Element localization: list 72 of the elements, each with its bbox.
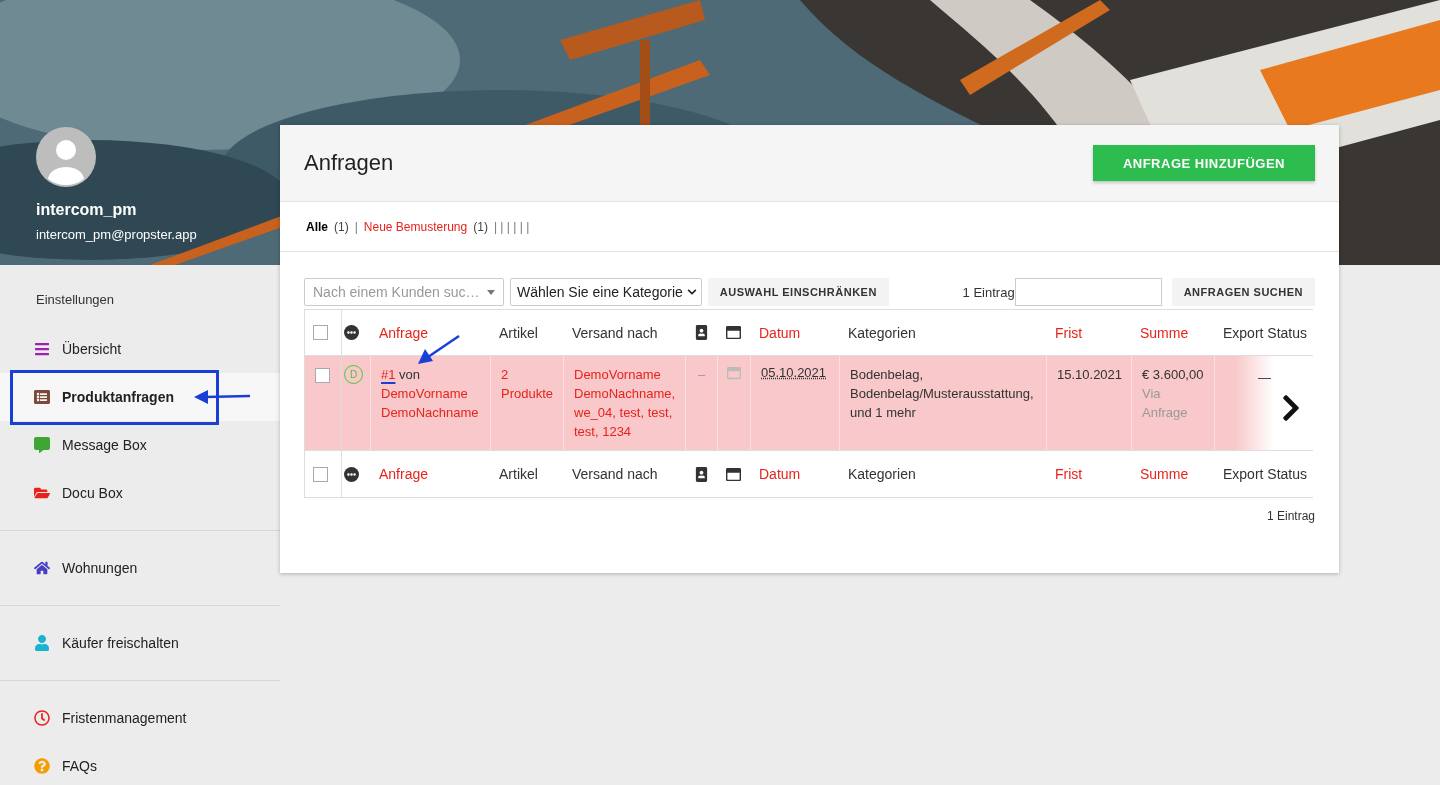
sidebar-item[interactable]: Wohnungen (0, 544, 280, 592)
column-header: Export Status (1223, 466, 1308, 482)
clock-icon (34, 710, 50, 726)
column-header: Versand nach (572, 324, 658, 341)
deadline-text: 15.10.2021 (1057, 366, 1123, 384)
column-header[interactable]: Anfrage (379, 466, 429, 482)
checkbox[interactable] (313, 325, 328, 340)
date-text: 05.10.2021 (761, 365, 827, 380)
contact-card-icon (694, 466, 709, 482)
list-icon (34, 389, 50, 405)
column-header[interactable]: Summe (1140, 324, 1189, 341)
column-header[interactable]: Datum (759, 466, 801, 482)
checkbox[interactable] (315, 368, 330, 383)
sum-text: € 3.600,00 (1142, 366, 1204, 384)
folder-icon (34, 485, 50, 501)
sidebar-item[interactable]: Übersicht (0, 325, 280, 373)
home-icon (34, 560, 50, 576)
section-label: Einstellungen (35, 292, 116, 309)
separator: | (354, 219, 358, 234)
chat-icon (34, 437, 50, 453)
search-button[interactable]: ANFRAGEN SUCHEN (1171, 278, 1315, 306)
user-email: intercom_pm@propster.app (36, 227, 197, 242)
categories-text: Bodenbelag, Bodenbelag/Musterausstattung, und 1 mehr (850, 366, 1035, 422)
sidebar-item[interactable]: Message Box (0, 421, 280, 469)
user-name: intercom_pm (36, 201, 137, 219)
sidebar-item[interactable]: Fristenmanagement (0, 694, 280, 742)
window-icon (726, 325, 741, 340)
sidebar-item[interactable]: Käufer freischalten (0, 619, 280, 667)
column-header: Export Status (1223, 324, 1308, 341)
request-text: #1 von DemoVorname DemoNachname (381, 366, 480, 422)
chevron-down-icon (686, 287, 697, 297)
column-header: Artikel (499, 466, 538, 482)
contact-text: – (697, 366, 706, 384)
more-icon[interactable] (344, 466, 359, 482)
page-title: Anfragen (304, 150, 394, 176)
separator: | | | | | | (493, 219, 530, 234)
filter-link[interactable]: Alle (306, 219, 328, 234)
export-status-text: — (1258, 369, 1271, 387)
column-header: Kategorien (848, 466, 916, 482)
sidebar-item[interactable]: Produktanfragen (0, 373, 280, 421)
column-header[interactable]: Frist (1055, 324, 1083, 341)
avatar (36, 127, 96, 187)
column-header: Versand nach (572, 466, 658, 482)
column-header[interactable]: Frist (1055, 466, 1083, 482)
search-field[interactable] (1014, 278, 1162, 306)
menu-icon (34, 341, 50, 357)
column-header: Artikel (499, 324, 538, 341)
window-icon (727, 366, 741, 380)
checkbox[interactable] (313, 466, 328, 482)
sum-note: Via Anfrage (1142, 385, 1189, 422)
restrict-button[interactable]: AUSWAHL EINSCHRÄNKEN (707, 278, 889, 306)
column-header[interactable]: Summe (1140, 466, 1189, 482)
filter-count: (1) (334, 219, 349, 234)
entry-count: 1 Eintrag (1266, 509, 1315, 523)
column-header[interactable]: Datum (759, 324, 801, 341)
filter-link[interactable]: Neue Bemusterung (363, 219, 468, 234)
person-icon (34, 635, 50, 651)
more-icon[interactable] (344, 325, 359, 340)
category-select[interactable]: Wählen Sie eine Kategorie (510, 278, 702, 306)
window-icon (726, 466, 741, 482)
entry-count: 1 Eintrag (962, 284, 1015, 300)
column-header: Kategorien (848, 324, 916, 341)
articles-text: 2 Produkte (501, 366, 554, 403)
sidebar-item[interactable]: FAQs (0, 742, 280, 785)
contact-card-icon (694, 325, 709, 340)
help-icon (34, 758, 50, 774)
annotation-arrow (194, 390, 251, 404)
shipping-address: DemoVorname DemoNachname, we_04, test, test, test, 1234 (574, 366, 676, 441)
sidebar-item[interactable]: Docu Box (0, 469, 280, 517)
filter-count: (1) (473, 219, 488, 234)
column-header[interactable]: Anfrage (379, 324, 429, 341)
table-row[interactable] (305, 356, 1313, 451)
